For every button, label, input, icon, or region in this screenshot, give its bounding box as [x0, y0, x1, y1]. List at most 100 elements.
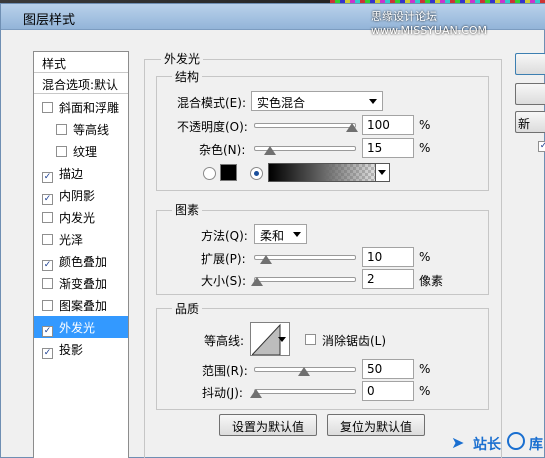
style-item-label: 内发光	[59, 211, 96, 225]
panel-title: 外发光	[161, 50, 204, 67]
make-default-label: 设置为默认值	[231, 420, 304, 434]
opacity-unit: %	[419, 118, 431, 132]
cancel-button[interactable]	[515, 83, 545, 105]
range-slider-thumb[interactable]	[298, 367, 310, 376]
style-item-drop-shadow[interactable]: 投影	[34, 338, 128, 360]
style-item-label: 纹理	[73, 145, 98, 159]
checkbox[interactable]	[42, 234, 53, 245]
size-slider[interactable]	[254, 277, 356, 282]
jitter-slider-thumb[interactable]	[250, 389, 262, 398]
style-list: 样式 混合选项:默认 斜面和浮雕 等高线 纹理 描边 内阴影 内发光 光泽 颜色…	[33, 51, 129, 458]
spread-input[interactable]: 10	[362, 247, 414, 267]
preview-checkbox[interactable]	[538, 141, 545, 152]
style-item-label: 图案叠加	[59, 299, 108, 313]
contour-label: 等高线:	[204, 334, 245, 348]
gradient-dropdown-button[interactable]	[375, 164, 389, 181]
range-input[interactable]: 50	[362, 359, 414, 379]
style-list-header[interactable]: 样式	[34, 52, 128, 73]
checkbox[interactable]	[42, 212, 53, 223]
noise-input[interactable]: 15	[362, 138, 414, 158]
gradient-preview[interactable]	[268, 163, 390, 182]
style-list-header-label: 样式	[42, 57, 67, 71]
ok-button[interactable]	[515, 53, 545, 75]
quality-legend: 品质	[172, 300, 203, 317]
reset-default-button[interactable]: 复位为默认值	[327, 414, 425, 436]
checkbox[interactable]	[56, 146, 67, 157]
size-label: 大小(S):	[201, 274, 247, 288]
solid-color-radio[interactable]	[203, 167, 216, 180]
technique-select[interactable]: 柔和	[254, 224, 307, 244]
noise-value: 15	[367, 141, 383, 155]
style-item-label: 颜色叠加	[59, 255, 108, 269]
style-item-outer-glow[interactable]: 外发光	[34, 316, 128, 338]
jitter-unit: %	[419, 384, 431, 398]
checkbox[interactable]	[42, 278, 53, 289]
style-item-label: 投影	[59, 343, 84, 357]
checkbox[interactable]	[42, 194, 53, 205]
antialias-checkbox[interactable]	[305, 334, 316, 345]
style-item-gradient-overlay[interactable]: 渐变叠加	[34, 272, 128, 294]
elements-legend: 图素	[172, 201, 203, 218]
watermark-bottom: ➤ 站长 库	[451, 431, 543, 455]
checkbox[interactable]	[42, 326, 53, 337]
style-item-label: 光泽	[59, 233, 84, 247]
noise-slider-thumb[interactable]	[264, 146, 277, 155]
size-unit: 像素	[419, 274, 444, 288]
jitter-label: 抖动(J):	[202, 386, 243, 400]
chevron-down-icon	[369, 99, 377, 104]
style-item-label: 渐变叠加	[59, 277, 108, 291]
jitter-input[interactable]: 0	[362, 381, 414, 401]
style-item-texture[interactable]: 纹理	[34, 140, 128, 162]
style-item-satin[interactable]: 光泽	[34, 228, 128, 250]
style-item-label: 等高线	[73, 123, 110, 137]
style-item-contour[interactable]: 等高线	[34, 118, 128, 140]
checkbox[interactable]	[42, 260, 53, 271]
structure-legend: 结构	[172, 68, 203, 85]
noise-unit: %	[419, 141, 431, 155]
checkbox[interactable]	[42, 300, 53, 311]
spread-slider-thumb[interactable]	[259, 255, 272, 264]
blend-options-item[interactable]: 混合选项:默认	[34, 73, 128, 94]
style-item-label: 描边	[59, 167, 84, 181]
style-item-bevel-emboss[interactable]: 斜面和浮雕	[34, 96, 128, 118]
title-bar[interactable]: 图层样式 思缘设计论坛 www.MISSYUAN.COM	[1, 4, 545, 37]
contour-picker[interactable]	[250, 322, 290, 356]
size-input[interactable]: 2	[362, 269, 414, 289]
opacity-slider[interactable]	[254, 123, 356, 128]
watermark-top: 思缘设计论坛 www.MISSYUAN.COM	[371, 10, 488, 37]
checkbox[interactable]	[42, 172, 53, 183]
checkbox[interactable]	[42, 348, 53, 359]
size-slider-thumb[interactable]	[250, 277, 263, 286]
style-item-label: 外发光	[59, 321, 96, 335]
checkbox[interactable]	[56, 124, 67, 135]
range-value: 50	[367, 362, 383, 376]
range-label: 范围(R):	[202, 364, 248, 378]
opacity-input[interactable]: 100	[362, 115, 414, 135]
new-style-button[interactable]: 新	[515, 111, 545, 133]
style-item-pattern-overlay[interactable]: 图案叠加	[34, 294, 128, 316]
gradient-radio[interactable]	[250, 167, 263, 180]
make-default-button[interactable]: 设置为默认值	[219, 414, 317, 436]
new-style-label: 新	[518, 117, 531, 131]
style-item-label: 斜面和浮雕	[59, 101, 120, 115]
glow-color-swatch[interactable]	[220, 164, 237, 181]
checkbox[interactable]	[42, 102, 53, 113]
style-item-stroke[interactable]: 描边	[34, 162, 128, 184]
antialias-label: 消除锯齿(L)	[322, 334, 387, 348]
watermark-bottom-text: 站长	[473, 437, 501, 453]
bird-icon: ➤	[451, 433, 465, 452]
style-item-inner-glow[interactable]: 内发光	[34, 206, 128, 228]
noise-label: 杂色(N):	[199, 143, 246, 157]
style-item-inner-shadow[interactable]: 内阴影	[34, 184, 128, 206]
layer-style-dialog: 图层样式 思缘设计论坛 www.MISSYUAN.COM 样式 混合选项:默认 …	[0, 3, 545, 458]
style-item-label: 内阴影	[59, 189, 96, 203]
range-unit: %	[419, 362, 431, 376]
opacity-slider-thumb[interactable]	[346, 123, 358, 132]
blend-options-label: 混合选项:默认	[42, 78, 119, 92]
jitter-slider[interactable]	[254, 389, 356, 394]
style-item-color-overlay[interactable]: 颜色叠加	[34, 250, 128, 272]
chevron-down-icon	[378, 170, 386, 175]
size-value: 2	[367, 272, 375, 286]
jitter-value: 0	[367, 384, 375, 398]
blend-mode-select[interactable]: 实色混合	[251, 91, 383, 111]
